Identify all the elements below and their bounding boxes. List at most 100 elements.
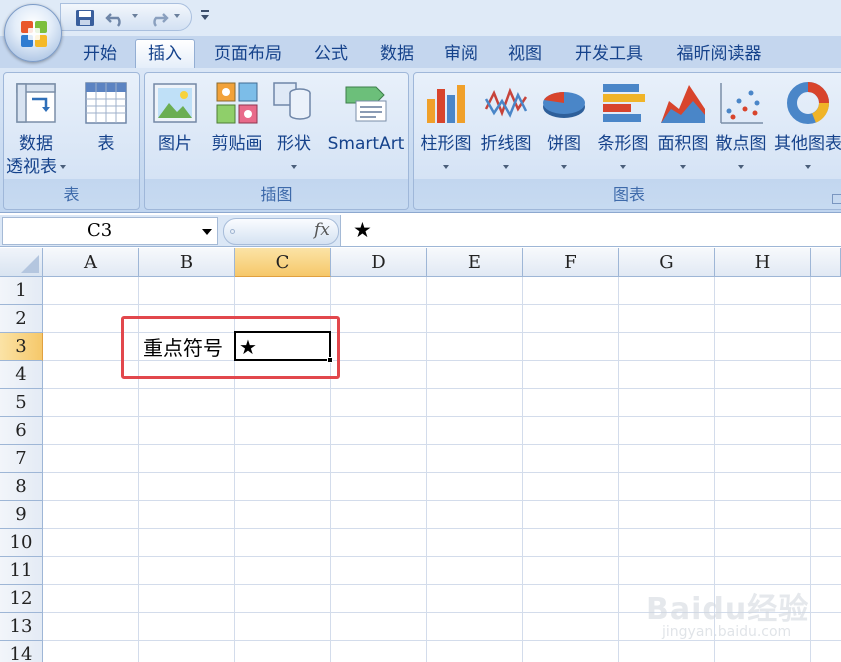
scatter-chart-button[interactable]: 散点图 — [710, 75, 772, 181]
select-all-button[interactable] — [0, 248, 43, 277]
watermark-main: Baidu经验 — [646, 592, 810, 627]
scatter-chart-label: 散点图 — [715, 134, 767, 154]
office-button[interactable] — [4, 4, 62, 62]
bar-chart-dropdown-arrow — [620, 165, 626, 169]
pivot-table-icon — [16, 83, 56, 123]
line-chart-icon — [484, 87, 528, 118]
row-header-4[interactable]: 4 — [0, 361, 43, 389]
table-button[interactable]: 表 — [74, 75, 138, 181]
bar-chart-button[interactable]: 条形图 — [592, 75, 654, 181]
other-charts-button[interactable]: 其他图表 — [770, 75, 841, 181]
column-header-c[interactable]: C — [235, 248, 331, 277]
name-box-dropdown-icon[interactable] — [202, 229, 212, 235]
gridline — [43, 472, 841, 473]
insert-function-button[interactable]: fx — [314, 220, 330, 240]
smartart-button[interactable]: SmartArt — [323, 75, 409, 181]
pivot-table-button[interactable]: 数据 透视表 — [4, 75, 68, 181]
formula-input[interactable]: ★ — [340, 215, 841, 246]
group-charts-label: 图表 — [612, 185, 645, 204]
tab-formulas[interactable]: 公式 — [300, 42, 362, 69]
customize-icon[interactable] — [200, 8, 210, 22]
column-header-e[interactable]: E — [427, 248, 523, 277]
column-header-f[interactable]: F — [523, 248, 619, 277]
line-chart-button[interactable]: 折线图 — [476, 75, 536, 181]
tab-developer[interactable]: 开发工具 — [560, 42, 658, 69]
column-header-b[interactable]: B — [139, 248, 235, 277]
row-header-2[interactable]: 2 — [0, 305, 43, 333]
group-tables-label: 表 — [63, 185, 80, 204]
row-header-12[interactable]: 12 — [0, 585, 43, 613]
row-header-3[interactable]: 3 — [0, 333, 43, 361]
resize-grip-icon[interactable] — [230, 229, 235, 234]
line-chart-label: 折线图 — [480, 134, 532, 154]
column-header-g[interactable]: G — [619, 248, 715, 277]
charts-dialog-launcher[interactable] — [832, 194, 841, 204]
table-label: 表 — [97, 134, 115, 154]
tab-view[interactable]: 视图 — [494, 42, 556, 69]
pie-chart-button[interactable]: 饼图 — [536, 75, 592, 181]
picture-button[interactable]: 图片 — [147, 75, 203, 181]
other-charts-icon — [787, 82, 829, 124]
bar-chart-icon — [603, 84, 645, 122]
group-illustrations: 图片 剪贴画 形状 SmartArt 插图 — [144, 72, 409, 210]
column-chart-button[interactable]: 柱形图 — [416, 75, 476, 181]
redo-dropdown[interactable] — [174, 14, 180, 18]
clipart-button[interactable]: 剪贴画 — [205, 75, 269, 181]
row-header-5[interactable]: 5 — [0, 389, 43, 417]
table-icon — [85, 82, 127, 124]
tab-page-layout[interactable]: 页面布局 — [200, 42, 296, 69]
column-header-a[interactable]: A — [43, 248, 139, 277]
clipart-label: 剪贴画 — [211, 134, 263, 154]
name-box[interactable]: C3 — [2, 217, 218, 245]
tab-review[interactable]: 审阅 — [430, 42, 492, 69]
area-chart-dropdown-arrow — [680, 165, 686, 169]
tab-data[interactable]: 数据 — [366, 42, 428, 69]
shapes-button[interactable]: 形状 — [267, 75, 321, 181]
row-header-8[interactable]: 8 — [0, 473, 43, 501]
group-charts: 柱形图 折线图 饼图 条形图 面积图 散点图 其他图表 图表 — [413, 72, 841, 210]
column-header-h[interactable]: H — [715, 248, 811, 277]
area-chart-button[interactable]: 面积图 — [652, 75, 714, 181]
gridline — [43, 388, 841, 389]
shapes-icon — [273, 82, 311, 120]
save-icon[interactable] — [75, 9, 95, 27]
picture-label: 图片 — [158, 134, 192, 154]
gridline — [43, 528, 841, 529]
row-header-14[interactable]: 14 — [0, 641, 43, 662]
row-header-7[interactable]: 7 — [0, 445, 43, 473]
picture-icon — [153, 83, 197, 123]
undo-icon[interactable] — [105, 9, 127, 27]
shapes-dropdown-arrow — [291, 165, 297, 169]
group-tables: 数据 透视表 表 表 — [3, 72, 140, 210]
row-header-6[interactable]: 6 — [0, 417, 43, 445]
group-illustrations-label: 插图 — [260, 185, 293, 204]
office-logo-icon — [21, 21, 47, 47]
gridline — [43, 304, 841, 305]
tab-home[interactable]: 开始 — [70, 42, 130, 69]
watermark-sub: jingyan.baidu.com — [662, 624, 792, 640]
gridline — [426, 277, 427, 662]
annotation-highlight-box — [121, 316, 340, 379]
gridline — [522, 277, 523, 662]
column-chart-label: 柱形图 — [420, 134, 472, 154]
line-chart-dropdown-arrow — [503, 165, 509, 169]
row-header-9[interactable]: 9 — [0, 501, 43, 529]
row-header-10[interactable]: 10 — [0, 529, 43, 557]
row-header-1[interactable]: 1 — [0, 277, 43, 305]
column-header-d[interactable]: D — [331, 248, 427, 277]
column-header-partial[interactable] — [811, 248, 841, 277]
row-header-13[interactable]: 13 — [0, 613, 43, 641]
ribbon: 数据 透视表 表 表 图片 剪贴画 形状 SmartArt 插图 柱形图 折线图… — [0, 68, 841, 213]
smartart-icon — [345, 86, 387, 122]
tab-foxit-reader[interactable]: 福昕阅读器 — [662, 42, 776, 69]
row-header-11[interactable]: 11 — [0, 557, 43, 585]
pie-chart-label: 饼图 — [547, 134, 581, 154]
clipart-icon — [216, 82, 258, 124]
area-chart-icon — [661, 85, 705, 123]
redo-icon[interactable] — [147, 9, 169, 27]
undo-dropdown[interactable] — [132, 14, 138, 18]
gridline — [43, 500, 841, 501]
smartart-label: SmartArt — [327, 134, 405, 154]
other-charts-dropdown-arrow — [805, 165, 811, 169]
tab-insert[interactable]: 插入 — [135, 39, 195, 70]
